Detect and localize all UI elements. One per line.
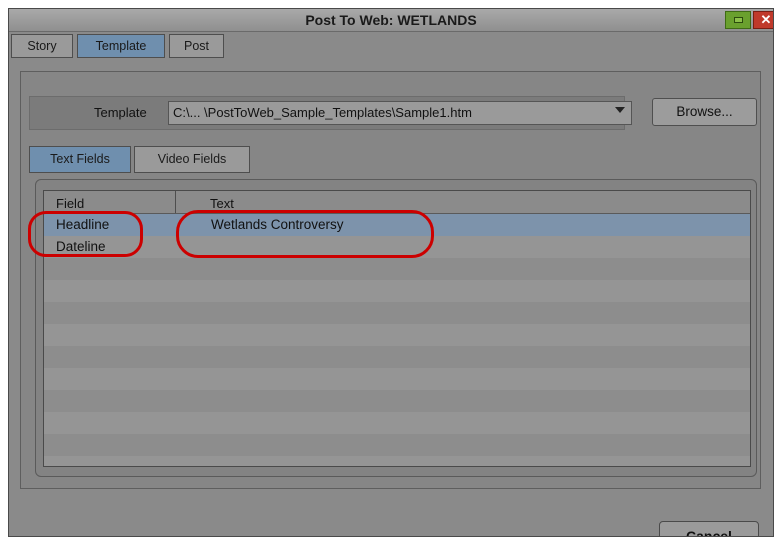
tab-text-fields[interactable]: Text Fields [29,146,131,173]
empty-row [44,368,750,390]
empty-row [44,412,750,434]
dropdown-arrow-icon[interactable] [615,107,625,113]
tab-story[interactable]: Story [11,34,73,58]
tab-template[interactable]: Template [77,34,165,58]
empty-row [44,390,750,412]
column-header-field[interactable]: Field [56,191,171,213]
tab-post[interactable]: Post [169,34,224,58]
window-title: Post To Web: WETLANDS [305,12,477,28]
browse-button[interactable]: Browse... [652,98,757,126]
annotation-circle-headline [28,211,143,257]
template-panel: Template C:\... \PostToWeb_Sample_Templa… [20,71,761,489]
empty-row [44,258,750,280]
minimize-icon [734,17,743,23]
template-label: Template [94,105,147,120]
empty-row [44,456,750,466]
empty-row [44,302,750,324]
tab-video-fields[interactable]: Video Fields [134,146,250,173]
empty-row [44,346,750,368]
column-divider[interactable] [175,191,176,213]
minimize-button[interactable] [725,11,751,29]
cancel-button[interactable]: Cancel [659,521,759,536]
empty-row [44,434,750,456]
template-path: C:\... \PostToWeb_Sample_Templates\Sampl… [173,105,472,120]
template-select[interactable]: C:\... \PostToWeb_Sample_Templates\Sampl… [168,101,632,125]
empty-row [44,324,750,346]
template-row: Template C:\... \PostToWeb_Sample_Templa… [29,96,632,130]
close-button[interactable]: ✕ [753,11,773,29]
empty-row [44,280,750,302]
post-to-web-dialog: Post To Web: WETLANDS ✕ Story Template P… [8,8,774,537]
annotation-circle-text [176,210,434,258]
title-bar[interactable]: Post To Web: WETLANDS ✕ [9,9,773,32]
